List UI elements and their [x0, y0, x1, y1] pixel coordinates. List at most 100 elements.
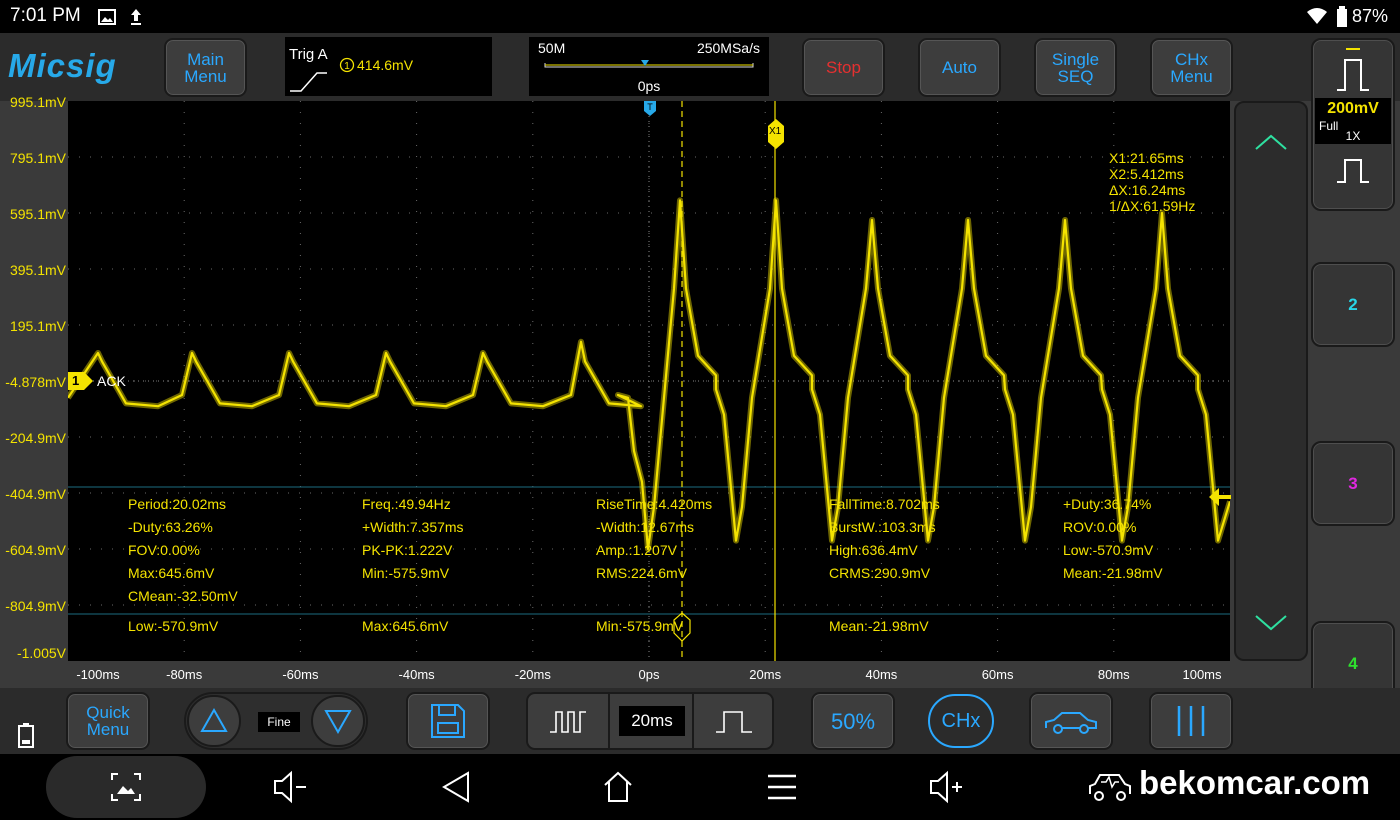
- cursor-delta-value: ΔX:16.24ms: [1109, 182, 1186, 198]
- trigger-panel[interactable]: Trig A 1 414.6mV: [285, 37, 492, 96]
- trigger-level: 414.6mV: [357, 57, 414, 73]
- quick-menu-label-1: Quick: [86, 703, 130, 722]
- adjust-down-button[interactable]: [311, 695, 365, 747]
- measurement-value: PK-PK:1.222V: [362, 542, 453, 558]
- volume-up-icon[interactable]: [928, 770, 964, 804]
- y-axis-label: -1.005V: [16, 645, 66, 661]
- statistics-value: Mean:-21.98mV: [829, 618, 929, 634]
- channel1-label: ACK: [97, 373, 126, 389]
- y-axis-label: 995.1mV: [9, 94, 66, 110]
- cursor-x1-value: X1:21.65ms: [1109, 150, 1184, 166]
- statistics-value: Max:645.6mV: [362, 618, 449, 634]
- x-axis-label: 60ms: [981, 667, 1014, 682]
- chx-menu-button[interactable]: CHx Menu: [1150, 38, 1233, 97]
- main-menu-button[interactable]: Main Menu: [164, 38, 247, 97]
- auto-button[interactable]: Auto: [918, 38, 1001, 97]
- status-time: 7:01 PM: [10, 5, 81, 26]
- y-axis-label: -4.878mV: [5, 374, 66, 390]
- trigger-level-marker[interactable]: [1209, 487, 1231, 507]
- acquisition-panel[interactable]: 50M 250MSa/s 0ps: [529, 37, 769, 96]
- pulse-icon: [1337, 48, 1369, 91]
- coupling-icon: [1337, 159, 1369, 183]
- wide-pulse-icon: [716, 711, 752, 733]
- channel1-scale-box[interactable]: 200mV Full 1X: [1315, 98, 1391, 144]
- measurement-value: Amp.:1.207V: [596, 542, 677, 558]
- scroll-up-icon[interactable]: [1254, 133, 1288, 151]
- memory-depth: 50M: [538, 40, 566, 56]
- menu-icon[interactable]: [766, 772, 798, 802]
- measurement-value: Mean:-21.98mV: [1063, 565, 1163, 581]
- save-button[interactable]: [406, 692, 490, 750]
- chx-button[interactable]: CHx: [928, 694, 994, 748]
- measurement-value: BurstW.:103.3ms: [829, 519, 936, 535]
- scroll-down-icon[interactable]: [1254, 613, 1288, 631]
- fifty-percent-button[interactable]: 50%: [811, 692, 895, 750]
- statistics-value: Min:-575.9mV: [596, 618, 684, 634]
- car-icon: [1045, 712, 1097, 734]
- fine-mode-toggle[interactable]: Fine: [258, 712, 300, 732]
- trigger-position-tag: T: [647, 102, 653, 112]
- chx-menu-label-2: Menu: [1170, 66, 1213, 86]
- measurement-value: +Duty:36.74%: [1063, 496, 1152, 512]
- x-axis-label: 0ps: [638, 667, 660, 682]
- channel1-offset-marker[interactable]: 1: [68, 372, 94, 390]
- channel3-button[interactable]: 3: [1311, 441, 1395, 526]
- channel1-panel[interactable]: 200mV Full 1X: [1311, 38, 1395, 211]
- x-axis-label: -20ms: [514, 667, 551, 682]
- x-axis-label: -80ms: [166, 667, 203, 682]
- screenshot-button[interactable]: [46, 756, 206, 818]
- measurement-value: CMean:-32.50mV: [128, 588, 238, 604]
- cursor-x1-handle[interactable]: X1: [767, 119, 785, 149]
- measurement-value: RMS:224.6mV: [596, 565, 688, 581]
- fifty-percent-label: 50%: [830, 708, 876, 734]
- cursor-button[interactable]: [1149, 692, 1233, 750]
- adjust-up-button[interactable]: [187, 695, 241, 747]
- single-seq-label-2: SEQ: [1057, 66, 1094, 86]
- upload-icon: [131, 9, 141, 25]
- battery-icon: [1337, 6, 1347, 27]
- measurement-value: High:636.4mV: [829, 542, 918, 558]
- status-bar: 7:01 PM 87%: [0, 0, 1400, 33]
- device-battery-icon: [18, 723, 34, 748]
- measurement-value: Low:-570.9mV: [1063, 542, 1154, 558]
- automotive-button[interactable]: [1029, 692, 1113, 750]
- home-icon[interactable]: [602, 770, 634, 804]
- single-seq-button[interactable]: Single SEQ: [1034, 38, 1117, 97]
- triangle-down-icon: [324, 710, 352, 734]
- timebase-decrease-button[interactable]: [528, 694, 610, 748]
- brand-logo: Micsig: [8, 47, 117, 84]
- cursor-x1-tag: X1: [769, 126, 782, 137]
- memory-position-bar[interactable]: [543, 57, 755, 75]
- oscilloscope-app: 7:01 PM 87% Micsig Main Menu Trig A 1 41…: [0, 0, 1400, 820]
- quick-menu-button[interactable]: Quick Menu: [66, 692, 150, 750]
- y-axis-label: 195.1mV: [9, 318, 66, 334]
- measurement-value: FallTime:8.702ms: [829, 496, 940, 512]
- trigger-title: Trig A: [289, 46, 328, 63]
- x-axis-label: 80ms: [1097, 667, 1130, 682]
- timebase-increase-button[interactable]: [692, 694, 774, 748]
- x-axis-label: -60ms: [282, 667, 319, 682]
- channel1-probe: 1X: [1345, 129, 1361, 143]
- x-axis-label: -100ms: [76, 667, 120, 682]
- cursor-readout: X1:21.65ms X2:5.412ms ΔX:16.24ms 1/ΔX:61…: [1109, 150, 1195, 214]
- volume-down-icon[interactable]: [272, 770, 308, 804]
- x-axis-label: 20ms: [749, 667, 782, 682]
- x-axis-label: 100ms: [1182, 667, 1222, 682]
- single-seq-label-1: Single: [1051, 49, 1100, 69]
- image-icon: [98, 9, 116, 25]
- stop-button[interactable]: Stop: [802, 38, 885, 97]
- measurement-value: +Width:7.357ms: [362, 519, 464, 535]
- channel1-marker-icon: 1: [339, 57, 355, 73]
- vertical-scroll-panel[interactable]: [1234, 101, 1308, 661]
- cursor-x2-value: X2:5.412ms: [1109, 166, 1184, 182]
- battery-percent: 87%: [1351, 6, 1388, 26]
- watermark-text: bekomcar.com: [1139, 764, 1371, 801]
- wifi-icon: [1307, 8, 1327, 24]
- main-menu-label-2: Menu: [184, 66, 227, 86]
- triangle-up-icon: [200, 708, 228, 732]
- y-axis-label: -404.9mV: [5, 486, 66, 502]
- channel2-button[interactable]: 2: [1311, 262, 1395, 347]
- main-menu-label-1: Main: [187, 49, 224, 69]
- cursor-frequency-value: 1/ΔX:61.59Hz: [1109, 198, 1196, 214]
- back-icon[interactable]: [440, 770, 472, 804]
